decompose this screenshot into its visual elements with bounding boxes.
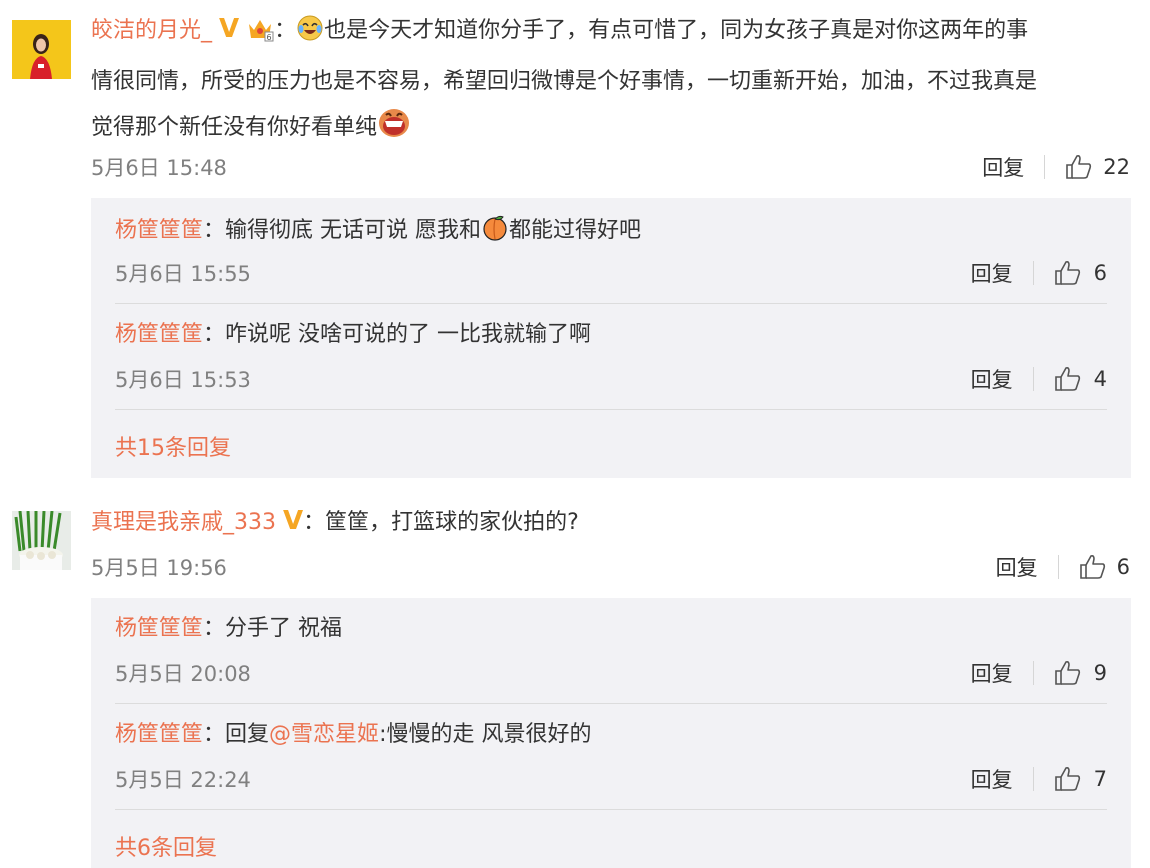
like-count: 4 [1093,367,1107,391]
divider [1032,261,1034,285]
reply-text-part: 都能过得好吧 [509,218,642,243]
username-link[interactable]: 杨筐筐筐 [115,616,203,641]
reply-list: 杨筐筐筐：分手了 祝福 5月5日 20:08 回复 9 杨筐筐筐：回复@雪恋星姬… [91,598,1131,868]
username-link[interactable]: 杨筐筐筐 [115,722,203,747]
reply-actions: 回复 9 [971,658,1107,688]
thumbs-up-icon[interactable] [1054,260,1082,286]
colon: ： [274,18,297,43]
reply-time: 5月5日 22:24 [115,768,251,792]
reply-button[interactable]: 回复 [971,364,1013,394]
reply-divider [115,703,1107,704]
username-link[interactable]: 杨筐筐筐 [115,218,203,243]
crying-laughing-emoji-icon [296,13,324,59]
username-link[interactable]: 杨筐筐筐 [115,322,203,347]
like-count: 6 [1093,261,1107,285]
reply-item: 杨筐筐筐：回复@雪恋星姬:慢慢的走 风景很好的 5月5日 22:24 回复 7 [115,720,1107,800]
like-count: 6 [1116,555,1130,579]
divider [1032,767,1034,791]
thumbs-up-icon[interactable] [1079,554,1107,580]
reply-text: 杨筐筐筐：输得彻底 无话可说 愿我和 都能过得好吧 [115,214,641,251]
username-link[interactable]: 皎洁的月光_ [91,18,212,43]
reply-button[interactable]: 回复 [982,152,1024,182]
reply-item: 杨筐筐筐：咋说呢 没啥可说的了 一比我就输了啊 5月6日 15:53 回复 4 [115,320,1107,400]
thumbs-up-icon[interactable] [1054,766,1082,792]
comment-time: 5月6日 15:48 [91,156,227,180]
comment-text-line1: 也是今天才知道你分手了，有点可惜了，同为女孩子真是对你这两年的事 [324,18,1029,43]
avatar[interactable] [12,20,71,79]
divider [1057,555,1059,579]
like-count: 7 [1093,767,1107,791]
reply-text: 杨筐筐筐：分手了 祝福 [115,614,342,644]
view-more-replies-link[interactable]: 共6条回复 [115,830,217,862]
comment-actions: 回复 22 [982,152,1130,182]
like-count: 9 [1093,661,1107,685]
reply-actions: 回复 6 [971,258,1107,288]
svg-text:6: 6 [267,33,272,42]
like-count: 22 [1103,155,1130,179]
reply-actions: 回复 7 [971,764,1107,794]
reply-time: 5月5日 20:08 [115,662,251,686]
reply-item: 杨筐筐筐：输得彻底 无话可说 愿我和 都能过得好吧 5月6日 15:55 回复 … [115,214,1107,294]
reply-button[interactable]: 回复 [971,658,1013,688]
divider [1044,155,1046,179]
reply-text: 杨筐筐筐：回复@雪恋星姬:慢慢的走 风景很好的 [115,720,591,750]
reply-button[interactable]: 回复 [996,552,1038,582]
comment-text: 真理是我亲戚_333 V：筐筐，打篮球的家伙拍的? [91,498,1136,546]
reply-text-part: 分手了 祝福 [225,616,343,641]
divider [1032,661,1034,685]
colon: ： [203,616,226,641]
reply-text-part: :慢慢的走 风景很好的 [379,722,592,747]
reply-text-part: 输得彻底 无话可说 愿我和 [225,218,482,243]
vip-crown-icon: 6 [246,13,274,59]
divider [1032,367,1034,391]
reply-divider [115,303,1107,304]
colon: ： [203,322,226,347]
reply-time: 5月6日 15:53 [115,368,251,392]
comment-text-line2: 情很同情，所受的压力也是不容易，希望回归微博是个好事情，一切重新开始，加油，不过… [91,69,1038,94]
mention-link[interactable]: @雪恋星姬 [269,722,379,747]
thumbs-up-icon[interactable] [1054,366,1082,392]
thumbs-up-icon[interactable] [1054,660,1082,686]
reply-actions: 回复 4 [971,364,1107,394]
colon: ： [203,722,226,747]
reply-text-part: 咋说呢 没啥可说的了 一比我就输了啊 [225,322,592,347]
colon: ： [303,510,326,535]
verified-v-icon: V [219,14,240,44]
laughing-face-emoji-icon [377,107,411,156]
reply-item: 杨筐筐筐：分手了 祝福 5月5日 20:08 回复 9 [115,614,1107,694]
reply-prefix: 回复 [225,722,270,747]
reply-divider [115,809,1107,810]
reply-text: 杨筐筐筐：咋说呢 没啥可说的了 一比我就输了啊 [115,320,591,350]
verified-v-icon: V [283,506,304,536]
thumbs-up-icon[interactable] [1065,154,1093,180]
comment-text-line3: 觉得那个新任没有你好看单纯 [91,115,378,140]
avatar[interactable] [12,511,71,570]
colon: ： [203,218,226,243]
reply-time: 5月6日 15:55 [115,262,251,286]
view-more-replies-link[interactable]: 共15条回复 [115,430,231,462]
comment-time: 5月5日 19:56 [91,556,227,580]
peach-emoji-icon [481,214,509,251]
reply-button[interactable]: 回复 [971,258,1013,288]
reply-button[interactable]: 回复 [971,764,1013,794]
reply-divider [115,409,1107,410]
username-link[interactable]: 真理是我亲戚_333 [91,510,276,535]
comment-actions: 回复 6 [996,552,1130,582]
reply-list: 杨筐筐筐：输得彻底 无话可说 愿我和 都能过得好吧 5月6日 15:55 回复 … [91,198,1131,478]
comment-text: 皎洁的月光_ V 6 ： 也是今天才知道你分手了，有点可惜了，同为女孩子真是对你… [91,6,1136,156]
comment-text-line1: 筐筐，打篮球的家伙拍的? [325,510,579,535]
